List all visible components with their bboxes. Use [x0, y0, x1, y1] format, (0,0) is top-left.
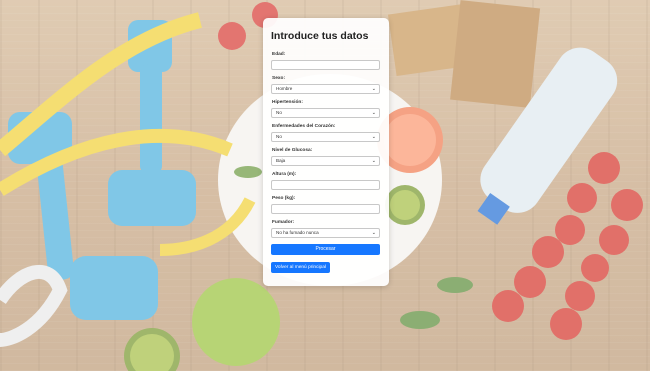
- height-input[interactable]: [271, 180, 380, 190]
- glucose-select-value: Baja: [276, 158, 286, 163]
- age-input[interactable]: [271, 60, 380, 70]
- glucose-label: Nivel de Glucosa:: [272, 148, 313, 153]
- weight-label: Peso (kg):: [272, 196, 296, 201]
- chevron-down-icon: ⌄: [371, 230, 376, 236]
- smoker-label: Fumador:: [272, 220, 295, 225]
- chevron-down-icon: ⌄: [371, 110, 376, 116]
- sex-select-value: Hombre: [276, 86, 293, 91]
- process-button[interactable]: Procesar: [271, 244, 380, 255]
- smoker-select[interactable]: No ha fumado nunca ⌄: [271, 228, 380, 238]
- hypertension-select-value: No: [276, 110, 282, 115]
- sex-label: Sexo:: [272, 76, 286, 81]
- chevron-down-icon: ⌄: [371, 158, 376, 164]
- back-to-menu-button[interactable]: Volver al menú principal: [271, 262, 330, 273]
- hypertension-label: Hipertensión:: [272, 100, 303, 105]
- chevron-down-icon: ⌄: [371, 86, 376, 92]
- form-title: Introduce tus datos: [271, 30, 369, 42]
- glucose-select[interactable]: Baja ⌄: [271, 156, 380, 166]
- heart-disease-select-value: No: [276, 134, 282, 139]
- hypertension-select[interactable]: No ⌄: [271, 108, 380, 118]
- heart-disease-select[interactable]: No ⌄: [271, 132, 380, 142]
- heart-disease-label: Enfermedades del Corazón:: [272, 124, 336, 129]
- age-label: Edad:: [272, 52, 286, 57]
- smoker-select-value: No ha fumado nunca: [276, 230, 319, 235]
- data-form-card: Introduce tus datos Edad: Sexo: Hombre ⌄…: [263, 18, 389, 286]
- sex-select[interactable]: Hombre ⌄: [271, 84, 380, 94]
- weight-input[interactable]: [271, 204, 380, 214]
- height-label: Altura (m):: [272, 172, 297, 177]
- chevron-down-icon: ⌄: [371, 134, 376, 140]
